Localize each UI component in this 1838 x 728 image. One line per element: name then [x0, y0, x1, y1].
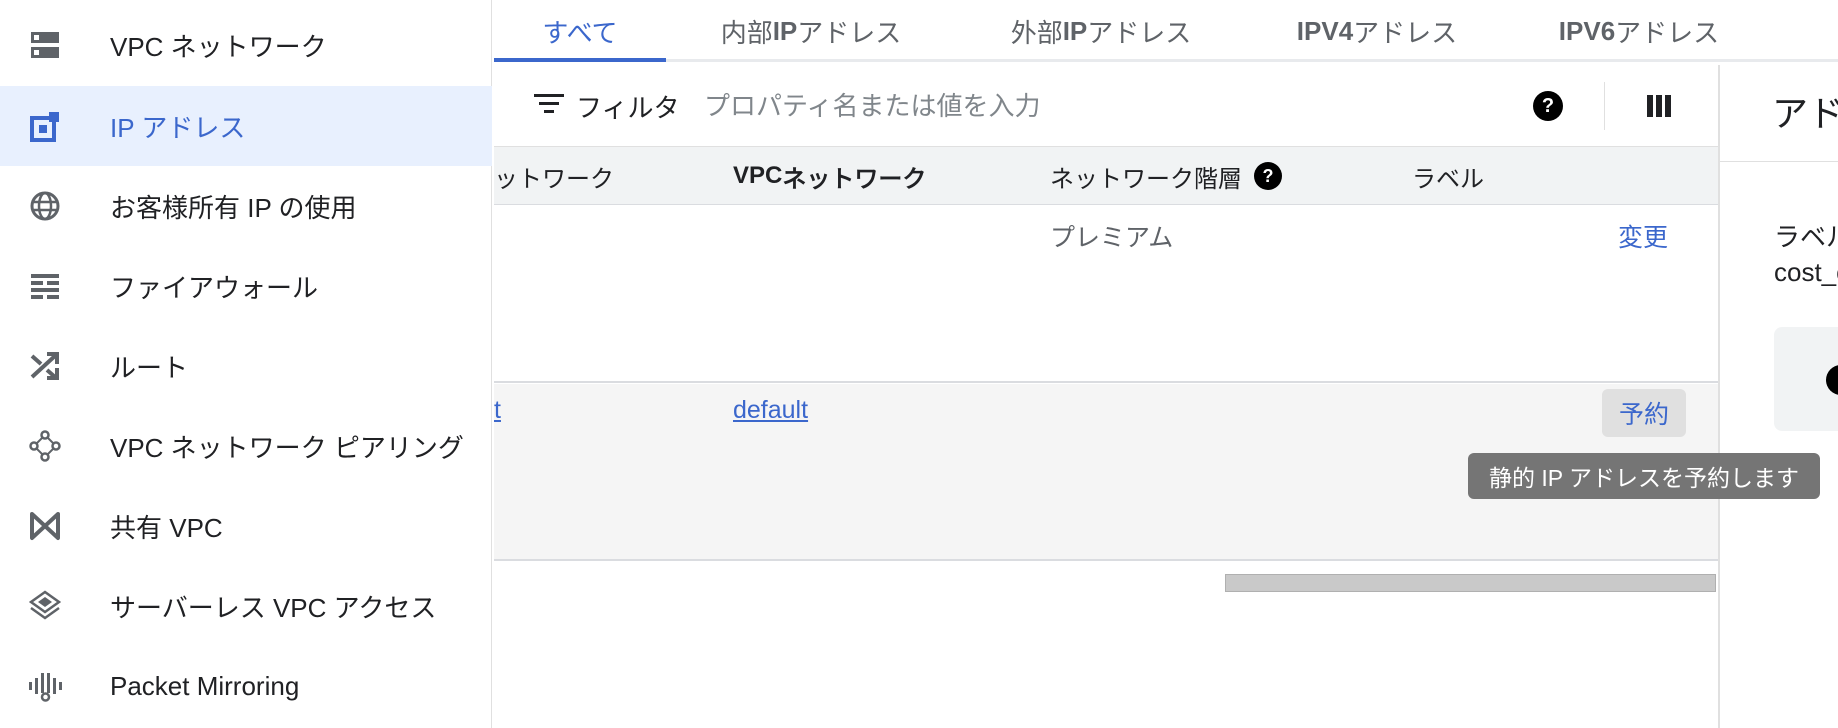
column-header-label: ットワーク [494, 165, 614, 193]
column-header-label: ネットワーク階層 [1050, 165, 1242, 193]
tab-label: アドレス [1615, 17, 1720, 48]
tab-label: アドレス [797, 17, 902, 48]
panel-title: アド [1772, 93, 1838, 134]
column-header-network[interactable]: ットワーク [494, 147, 614, 205]
vpc-network-link[interactable]: default [733, 396, 808, 425]
column-header-labels[interactable]: ラベル [1412, 147, 1484, 205]
filter-bar: フィルタ ? [494, 65, 1718, 147]
tab-label: 内部 [720, 17, 773, 48]
sidebar-item-label: お客様所有 IP の使用 [110, 192, 357, 223]
sidebar-item-vpc-network[interactable]: VPC ネットワーク [0, 5, 492, 85]
active-tab-indicator [494, 58, 666, 62]
sidebar-item-label: Packet Mirroring [110, 670, 300, 701]
sidebar-item-packet-mirroring[interactable]: Packet Mirroring [0, 646, 492, 726]
table-header: ットワーク VPC ネットワーク ネットワーク階層 ? ラベル [494, 147, 1718, 205]
info-panel: アド ラベル cost_c [1718, 65, 1838, 728]
filter-list-icon [534, 92, 564, 121]
sidebar-item-ip-address[interactable]: IP アドレス [0, 86, 492, 166]
sidebar-item-label: IP アドレス [110, 112, 246, 143]
sidebar-item-firewall[interactable]: ファイアウォール [0, 246, 492, 326]
filter-label: フィルタ [576, 92, 680, 123]
tab-label: IPV4 [1296, 15, 1354, 46]
sidebar-item-label: ルート [110, 352, 189, 383]
routes-icon [27, 350, 63, 382]
panel-value: cost_c [1774, 257, 1838, 287]
tab-ipv6[interactable]: IPV6 アドレス [1508, 0, 1770, 62]
help-icon[interactable]: ? [1254, 162, 1282, 190]
tab-label: 外部 [1010, 17, 1063, 48]
sidebar-item-serverless-vpc[interactable]: サーバーレス VPC アクセス [0, 566, 492, 646]
filter-input[interactable] [704, 83, 1464, 129]
firewall-icon [27, 270, 63, 302]
column-header-vpc-network[interactable]: VPC ネットワーク [733, 147, 926, 205]
tab-all[interactable]: すべて [494, 0, 666, 62]
sidebar-item-label: 共有 VPC [110, 512, 223, 543]
tab-label: IP [1062, 15, 1088, 46]
change-link[interactable]: 変更 [1618, 218, 1668, 254]
reserve-button[interactable]: 予約 [1602, 389, 1686, 437]
sidebar-nav: VPC ネットワーク IP アドレス お客様所有 IP の使用 ファイアウォール… [0, 0, 492, 728]
globe-icon [27, 190, 63, 222]
tab-label: アドレス [1087, 17, 1192, 48]
column-header-network-tier[interactable]: ネットワーク階層 ? [1050, 147, 1282, 205]
sidebar-item-routes[interactable]: ルート [0, 326, 492, 406]
sidebar-item-label: VPC ネットワーク ピアリング [110, 432, 464, 463]
serverless-vpc-icon [27, 590, 63, 622]
peering-icon [27, 430, 63, 462]
tab-label: すべて [542, 17, 618, 48]
sidebar-item-label: ファイアウォール [110, 272, 319, 303]
tab-label: IP [772, 15, 798, 46]
tab-label: アドレス [1353, 17, 1458, 48]
sidebar-item-label: サーバーレス VPC アクセス [110, 592, 437, 623]
table-row: プレミアム 変更 [494, 206, 1718, 383]
address-tabs: すべて 内部 IP アドレス 外部 IP アドレス IPV4 アドレス IPV6… [494, 0, 1838, 62]
reserve-tooltip: 静的 IP アドレスを予約します [1468, 453, 1820, 499]
panel-label: ラベル [1774, 222, 1838, 252]
help-icon[interactable]: ? [1533, 91, 1563, 121]
tab-ipv4[interactable]: IPV4 アドレス [1246, 0, 1508, 62]
filter-button[interactable]: フィルタ [534, 83, 679, 129]
tab-label: IPV6 [1558, 15, 1616, 46]
network-tier-cell: プレミアム [1050, 224, 1174, 252]
tab-internal-ip[interactable]: 内部 IP アドレス [666, 0, 956, 62]
toolbar-divider [1604, 82, 1605, 130]
sidebar-item-vpc-peering[interactable]: VPC ネットワーク ピアリング [0, 406, 492, 486]
column-header-label: VPC [733, 162, 783, 189]
panel-divider [1720, 161, 1838, 162]
ip-address-icon [27, 110, 63, 142]
sidebar-item-bring-own-ip[interactable]: お客様所有 IP の使用 [0, 166, 492, 246]
column-display-icon[interactable] [1644, 91, 1674, 121]
vpc-network-icon [27, 29, 63, 61]
sidebar-item-shared-vpc[interactable]: 共有 VPC [0, 486, 492, 566]
shared-vpc-icon [27, 510, 63, 542]
network-link[interactable]: t [494, 396, 501, 425]
tab-external-ip[interactable]: 外部 IP アドレス [956, 0, 1246, 62]
packet-mirroring-icon [27, 670, 63, 702]
column-header-label: ネットワーク [782, 165, 927, 193]
column-header-label: ラベル [1412, 165, 1484, 193]
sidebar-item-label: VPC ネットワーク [110, 31, 327, 62]
vpc-ip-addresses-page: VPC ネットワーク IP アドレス お客様所有 IP の使用 ファイアウォール… [0, 0, 1838, 728]
horizontal-scrollbar-thumb[interactable] [1225, 574, 1716, 592]
